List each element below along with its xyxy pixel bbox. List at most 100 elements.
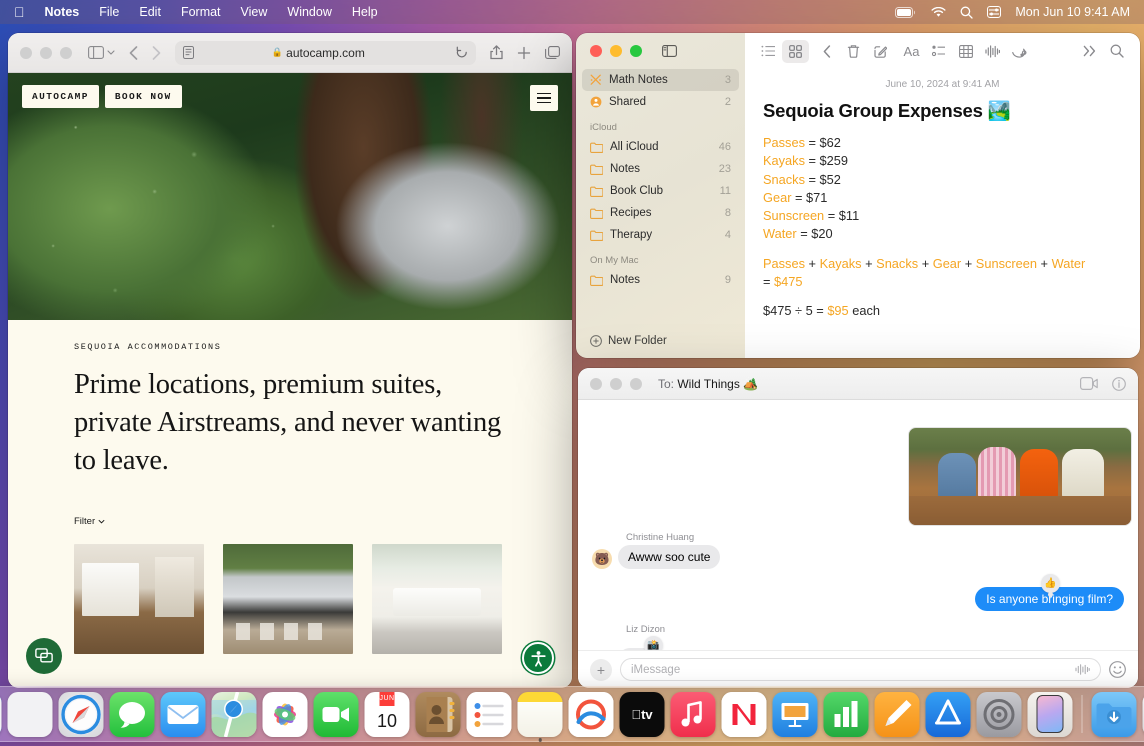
plus-icon[interactable]: + bbox=[590, 659, 612, 681]
dock-item-contacts[interactable] bbox=[416, 692, 461, 737]
dock-item-photos[interactable] bbox=[263, 692, 308, 737]
search-icon[interactable] bbox=[960, 6, 973, 19]
close-button[interactable] bbox=[20, 47, 32, 59]
dock-item-system-settings[interactable] bbox=[977, 692, 1022, 737]
dock-item-safari[interactable] bbox=[59, 692, 104, 737]
dock-item-music[interactable] bbox=[671, 692, 716, 737]
minimize-button[interactable] bbox=[40, 47, 52, 59]
forward-button[interactable] bbox=[152, 46, 161, 60]
gallery-view-icon[interactable] bbox=[782, 40, 809, 63]
new-folder-button[interactable]: New Folder bbox=[576, 326, 745, 358]
battery-icon[interactable] bbox=[895, 7, 917, 18]
dock-item-finder[interactable] bbox=[0, 692, 2, 737]
audio-waveform-icon[interactable] bbox=[1075, 664, 1090, 675]
dock-item-mail[interactable] bbox=[161, 692, 206, 737]
menu-item-edit[interactable]: Edit bbox=[129, 5, 171, 19]
format-aa-icon[interactable]: Aa bbox=[898, 40, 925, 63]
menu-item-notes[interactable]: Notes bbox=[35, 5, 90, 19]
notes-traffic-lights[interactable] bbox=[590, 45, 642, 57]
audio-waveform-icon[interactable] bbox=[979, 40, 1006, 63]
thumbs-up-tapback[interactable]: 👍 bbox=[1041, 574, 1060, 593]
menu-item-window[interactable]: Window bbox=[277, 5, 341, 19]
filter-control[interactable]: Filter bbox=[8, 516, 572, 527]
menubar-clock[interactable]: Mon Jun 10 9:41 AM bbox=[1015, 5, 1130, 19]
dock-item-reminders[interactable] bbox=[467, 692, 512, 737]
message-thread[interactable]: Christine Huang 🐻 Awww soo cute 👍 Is any… bbox=[578, 400, 1138, 650]
tab-overview-icon[interactable] bbox=[545, 45, 560, 60]
sidebar-item-notes-local[interactable]: Notes 9 bbox=[582, 269, 739, 291]
message-bubble[interactable]: Awww soo cute bbox=[618, 545, 720, 569]
apple-menu-icon[interactable]:  bbox=[8, 5, 35, 19]
accessibility-icon[interactable] bbox=[522, 642, 554, 674]
dock-item-numbers[interactable] bbox=[824, 692, 869, 737]
chevron-down-icon[interactable] bbox=[107, 50, 115, 55]
hamburger-menu-icon[interactable] bbox=[530, 85, 558, 111]
sidebar-item-all-icloud[interactable]: All iCloud 46 bbox=[582, 136, 739, 158]
wifi-icon[interactable] bbox=[931, 7, 946, 18]
dock-item-notes[interactable] bbox=[518, 692, 563, 737]
sidebar-item-book-club[interactable]: Book Club 11 bbox=[582, 180, 739, 202]
sidebar-icon[interactable] bbox=[88, 46, 104, 59]
close-button[interactable] bbox=[590, 378, 602, 390]
safari-traffic-lights[interactable] bbox=[20, 47, 72, 59]
note-content[interactable]: June 10, 2024 at 9:41 AM Sequoia Group E… bbox=[745, 69, 1140, 320]
compose-icon[interactable] bbox=[867, 40, 894, 63]
maximize-button[interactable] bbox=[630, 45, 642, 57]
search-icon[interactable] bbox=[1103, 40, 1130, 63]
conversation-recipient[interactable]: To: Wild Things 🏕️ bbox=[658, 377, 758, 391]
dock-item-facetime[interactable] bbox=[314, 692, 359, 737]
site-logo[interactable]: AUTOCAMP bbox=[22, 85, 99, 108]
dock-item-pages[interactable] bbox=[875, 692, 920, 737]
share-icon[interactable] bbox=[490, 45, 503, 60]
trash-icon[interactable] bbox=[840, 40, 867, 63]
menu-item-help[interactable]: Help bbox=[342, 5, 388, 19]
info-circle-icon[interactable] bbox=[1112, 377, 1126, 391]
dock-item-news[interactable] bbox=[722, 692, 767, 737]
messages-traffic-lights[interactable] bbox=[590, 378, 642, 390]
menu-item-format[interactable]: Format bbox=[171, 5, 231, 19]
sidebar-item-recipes[interactable]: Recipes 8 bbox=[582, 202, 739, 224]
dock-item-calendar[interactable]: JUN 10 bbox=[365, 692, 410, 737]
dock-item-apple-tv[interactable]: tv bbox=[620, 692, 665, 737]
sidebar-toggle-icon[interactable] bbox=[662, 45, 677, 57]
dock-item-keynote[interactable] bbox=[773, 692, 818, 737]
bear-avatar[interactable]: 🐻 bbox=[592, 549, 612, 569]
maximize-button[interactable] bbox=[60, 47, 72, 59]
imessage-input[interactable]: iMessage bbox=[620, 658, 1101, 681]
card-airstream-interior-kitchen[interactable] bbox=[74, 544, 204, 654]
new-tab-icon[interactable] bbox=[517, 45, 531, 60]
dock-item-freeform[interactable] bbox=[569, 692, 614, 737]
menu-item-view[interactable]: View bbox=[231, 5, 278, 19]
control-center-icon[interactable] bbox=[987, 6, 1001, 18]
back-button[interactable] bbox=[129, 46, 138, 60]
maximize-button[interactable] bbox=[630, 378, 642, 390]
close-button[interactable] bbox=[590, 45, 602, 57]
camera-tapback[interactable]: 📸 bbox=[644, 636, 663, 650]
chat-bubble-icon[interactable] bbox=[26, 638, 62, 674]
more-chevrons-icon[interactable] bbox=[1076, 40, 1103, 63]
group-photo-attachment[interactable] bbox=[908, 427, 1132, 526]
checklist-icon[interactable] bbox=[925, 40, 952, 63]
sidebar-item-math-notes[interactable]: Math Notes 3 bbox=[582, 69, 739, 91]
dock-item-iphone-mirroring[interactable] bbox=[1028, 692, 1073, 737]
emoji-smiley-icon[interactable] bbox=[1109, 661, 1126, 678]
facetime-video-icon[interactable] bbox=[1080, 377, 1098, 391]
sidebar-item-shared[interactable]: Shared 2 bbox=[582, 91, 739, 113]
table-icon[interactable] bbox=[952, 40, 979, 63]
card-airstream-exterior-deck[interactable] bbox=[223, 544, 353, 654]
sidebar-item-therapy[interactable]: Therapy 4 bbox=[582, 224, 739, 246]
markup-icon[interactable] bbox=[1006, 40, 1033, 63]
dock-item-app-store[interactable] bbox=[926, 692, 971, 737]
menu-item-file[interactable]: File bbox=[89, 5, 129, 19]
address-bar[interactable]: 🔒 autocamp.com bbox=[175, 41, 476, 65]
list-view-icon[interactable] bbox=[755, 40, 782, 63]
sidebar-item-notes[interactable]: Notes 23 bbox=[582, 158, 739, 180]
book-now-button[interactable]: BOOK NOW bbox=[105, 85, 182, 108]
back-chevron-icon[interactable] bbox=[813, 40, 840, 63]
minimize-button[interactable] bbox=[610, 45, 622, 57]
dock-item-downloads-folder[interactable] bbox=[1092, 692, 1137, 737]
card-airstream-bedroom[interactable] bbox=[372, 544, 502, 654]
minimize-button[interactable] bbox=[610, 378, 622, 390]
dock-item-launchpad[interactable] bbox=[8, 692, 53, 737]
dock-item-maps[interactable] bbox=[212, 692, 257, 737]
